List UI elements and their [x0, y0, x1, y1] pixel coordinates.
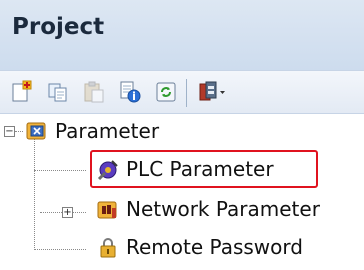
tree-connector	[34, 249, 86, 250]
panel-title-bar: Project	[0, 0, 364, 70]
tree-connector	[34, 136, 35, 250]
network-parameter-icon	[96, 198, 120, 222]
panel-title: Project	[12, 14, 105, 40]
copy-icon[interactable]	[44, 79, 72, 105]
toolbar-separator	[186, 79, 187, 107]
remote-password-icon	[96, 236, 120, 260]
project-toolbar	[0, 70, 364, 114]
tree-connector	[15, 131, 23, 132]
selection-highlight-box	[90, 150, 318, 188]
tree-item-remote-password[interactable]: Remote Password	[126, 235, 303, 259]
filter-dropdown-icon[interactable]	[196, 79, 230, 105]
refresh-icon[interactable]	[152, 79, 180, 105]
expand-toggle[interactable]: +	[62, 207, 73, 218]
tree-item-parameter[interactable]: Parameter	[55, 119, 159, 143]
collapse-toggle[interactable]: −	[4, 126, 15, 137]
parameter-folder-icon	[25, 119, 49, 143]
tree-connector	[34, 170, 86, 171]
paste-icon[interactable]	[80, 79, 108, 105]
new-item-icon[interactable]	[8, 79, 36, 105]
tree-item-network-parameter[interactable]: Network Parameter	[126, 197, 320, 221]
properties-icon[interactable]	[116, 79, 144, 105]
